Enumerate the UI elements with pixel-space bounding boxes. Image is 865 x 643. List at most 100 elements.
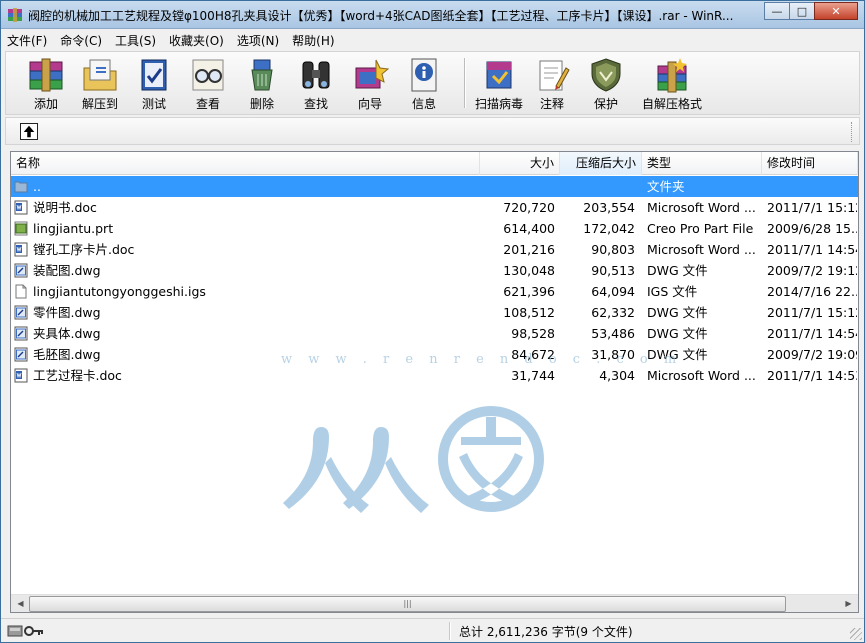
maximize-button[interactable]: □ <box>789 2 815 20</box>
menu-help[interactable]: 帮助(H) <box>286 30 341 50</box>
extract-to-button[interactable]: 解压到 <box>72 54 128 112</box>
file-size: 98,528 <box>511 326 555 341</box>
address-bar <box>5 117 860 145</box>
file-type: Microsoft Word ... <box>647 368 756 383</box>
file-modified: 2009/7/2 19:12 <box>767 263 857 278</box>
toolbar: 添加 解压到 测试 查看 删除 查找 向导 信息 扫描病毒 注释 保护 自解压格… <box>5 51 860 115</box>
word-doc-icon <box>14 368 28 383</box>
test-button[interactable]: 测试 <box>126 54 182 112</box>
column-packed-size[interactable]: 压缩后大小 <box>560 152 642 175</box>
file-name: 工艺过程卡.doc <box>33 368 122 383</box>
virus-scan-button[interactable]: 扫描病毒 <box>468 54 530 112</box>
file-row[interactable]: 说明书.doc 720,720 203,554 Microsoft Word ... 2… <box>11 197 858 218</box>
find-binoculars-icon <box>302 61 330 89</box>
file-packed-size: 4,304 <box>599 368 635 383</box>
find-button[interactable]: 查找 <box>288 54 344 112</box>
word-doc-icon <box>14 200 28 215</box>
view-button[interactable]: 查看 <box>180 54 236 112</box>
delete-recycle-icon <box>251 59 273 91</box>
horizontal-scrollbar[interactable]: ◀ ||| ▶ <box>11 594 858 612</box>
prt-file-icon <box>14 221 28 236</box>
minimize-button[interactable]: — <box>764 2 790 20</box>
file-packed-size: 90,513 <box>591 263 635 278</box>
column-header: 名称 大小 压缩后大小 类型 修改时间 <box>11 152 858 175</box>
file-modified <box>767 176 857 197</box>
delete-label: 删除 <box>249 97 274 111</box>
wizard-icon <box>355 59 390 89</box>
sfx-icon <box>657 58 687 93</box>
title-bar[interactable]: 阀腔的机械加工工艺规程及镗φ100H8孔夹具设计【优秀】【word+4张CAD图… <box>1 1 864 29</box>
wizard-label: 向导 <box>357 97 382 111</box>
file-name: 镗孔工序卡片.doc <box>33 242 135 257</box>
file-name: lingjiantu.prt <box>33 221 114 236</box>
find-label: 查找 <box>303 97 328 111</box>
file-size: 130,048 <box>503 263 555 278</box>
scroll-right-button[interactable]: ▶ <box>840 596 857 612</box>
parent-folder-row[interactable]: .. 文件夹 <box>11 176 858 197</box>
watermark-url: w w w . r e n r e n d o c . c o m <box>281 352 683 367</box>
winrar-app-icon[interactable] <box>7 7 23 23</box>
protect-button[interactable]: 保护 <box>578 54 634 112</box>
file-size: 614,400 <box>503 221 555 236</box>
file-modified: 2011/7/1 14:54 <box>767 242 857 257</box>
file-name-cell: 装配图.dwg <box>14 260 489 281</box>
info-button[interactable]: 信息 <box>396 54 452 112</box>
sfx-label: 自解压格式 <box>641 97 702 111</box>
dwg-file-icon <box>14 326 28 341</box>
test-label: 测试 <box>141 97 166 111</box>
column-name[interactable]: 名称 <box>11 152 480 175</box>
file-name-cell: 夹具体.dwg <box>14 323 489 344</box>
file-packed-size: 53,486 <box>591 326 635 341</box>
add-books-icon <box>29 58 63 92</box>
wizard-button[interactable]: 向导 <box>342 54 398 112</box>
resize-grip[interactable] <box>850 628 862 640</box>
up-folder-icon[interactable] <box>20 123 38 140</box>
address-bar-grip[interactable] <box>851 122 855 142</box>
file-name: .. <box>33 179 41 194</box>
blank-file-icon <box>15 284 27 299</box>
watermark-logo <box>283 406 544 513</box>
delete-button[interactable]: 删除 <box>234 54 290 112</box>
winrar-window: 阀腔的机械加工工艺规程及镗φ100H8孔夹具设计【优秀】【word+4张CAD图… <box>0 0 865 643</box>
view-label: 查看 <box>195 97 220 111</box>
file-modified: 2009/6/28 15... <box>767 221 857 236</box>
menu-favorites[interactable]: 收藏夹(O) <box>163 30 231 50</box>
file-modified: 2011/7/1 14:53 <box>767 368 857 383</box>
column-size[interactable]: 大小 <box>480 152 560 175</box>
sfx-button[interactable]: 自解压格式 <box>634 54 710 112</box>
file-list[interactable]: 名称 大小 压缩后大小 类型 修改时间 .. 文件夹说明书.doc 720,720 2… <box>10 151 859 613</box>
file-packed-size: 90,803 <box>591 242 635 257</box>
file-name: 说明书.doc <box>33 200 97 215</box>
menu-file[interactable]: 文件(F) <box>1 30 54 50</box>
file-type: DWG 文件 <box>647 326 708 341</box>
menu-options[interactable]: 选项(N) <box>231 30 286 50</box>
column-modified[interactable]: 修改时间 <box>762 152 858 175</box>
file-name: 夹具体.dwg <box>33 326 101 341</box>
scroll-left-button[interactable]: ◀ <box>12 596 29 612</box>
file-row[interactable]: 工艺过程卡.doc 31,744 4,304 Microsoft Word ... 20… <box>11 365 858 386</box>
file-name-cell: 镗孔工序卡片.doc <box>14 239 489 260</box>
column-type[interactable]: 类型 <box>642 152 762 175</box>
add-button[interactable]: 添加 <box>18 54 74 112</box>
protect-label: 保护 <box>593 97 618 111</box>
menu-commands[interactable]: 命令(C) <box>54 30 109 50</box>
menu-tools[interactable]: 工具(S) <box>109 30 163 50</box>
file-row[interactable]: lingjiantutongyonggeshi.igs 621,396 64,094… <box>11 281 858 302</box>
file-name-cell: 零件图.dwg <box>14 302 489 323</box>
file-row[interactable]: 装配图.dwg 130,048 90,513 DWG 文件 2009/7/2 19:12 <box>11 260 858 281</box>
toolbar-separator <box>464 58 466 108</box>
file-row[interactable]: 零件图.dwg 108,512 62,332 DWG 文件 2011/7/1 15:12 <box>11 302 858 323</box>
close-button[interactable]: ✕ <box>814 2 858 20</box>
info-label: 信息 <box>411 97 436 111</box>
dwg-file-icon <box>14 305 28 320</box>
file-type: 文件夹 <box>647 179 685 194</box>
file-row[interactable]: lingjiantu.prt 614,400 172,042 Creo Pro Par… <box>11 218 858 239</box>
comment-button[interactable]: 注释 <box>524 54 580 112</box>
status-bar: 总计 2,611,236 字节(9 个文件) <box>1 618 864 642</box>
scroll-thumb[interactable]: ||| <box>29 596 786 612</box>
drive-key-icon[interactable] <box>7 623 47 639</box>
file-row[interactable]: 夹具体.dwg 98,528 53,486 DWG 文件 2011/7/1 14:54 <box>11 323 858 344</box>
info-icon <box>411 58 437 92</box>
file-row[interactable]: 镗孔工序卡片.doc 201,216 90,803 Microsoft Word ..… <box>11 239 858 260</box>
file-modified: 2009/7/2 19:09 <box>767 347 857 362</box>
